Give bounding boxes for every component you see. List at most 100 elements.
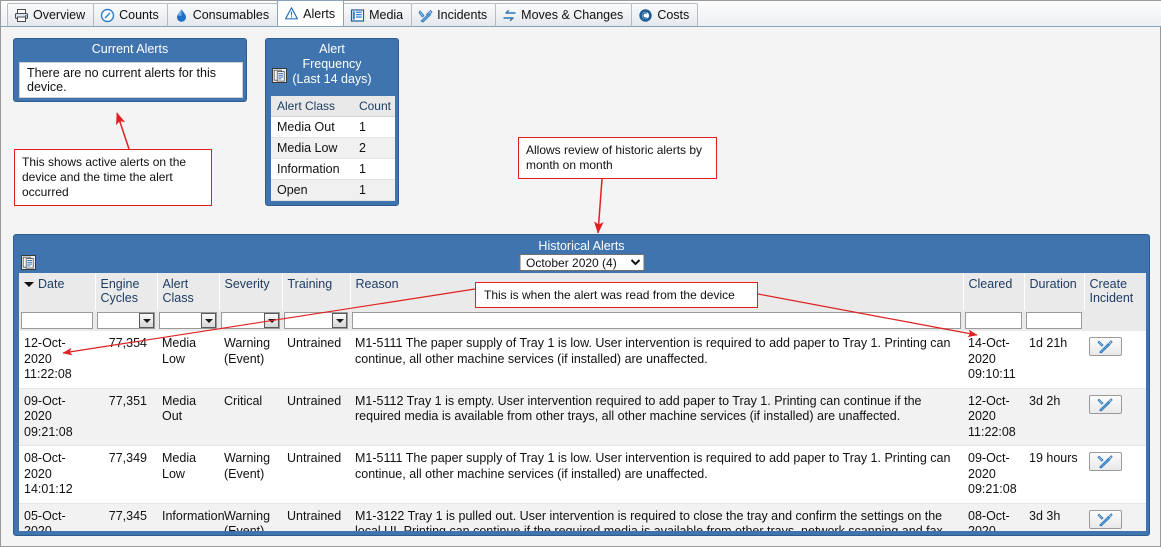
filter-input-training[interactable]	[284, 312, 348, 329]
chevron-down-icon[interactable]	[139, 313, 154, 328]
col-date[interactable]: Date	[19, 273, 96, 310]
cell-alert-class: Media Low	[271, 137, 353, 159]
cell-cleared: 08-Oct- 2020 14:01:12	[963, 503, 1024, 531]
month-select[interactable]: October 2020 (4)	[519, 254, 644, 271]
cell-date: 09-Oct- 2020 09:21:08	[19, 388, 95, 446]
filter-cell-date	[19, 310, 95, 331]
cell-alert-class: Media Out	[271, 116, 353, 138]
filter-cell-alert-class	[157, 310, 219, 331]
media-icon	[350, 8, 365, 23]
tab-incidents[interactable]: Incidents	[411, 3, 497, 26]
table-row[interactable]: 05-Oct- 2020 10:52:09 77,345 Information…	[19, 503, 1146, 531]
table-row: Information 1	[271, 158, 395, 180]
filter-cell-training	[282, 310, 350, 331]
historical-alerts-grid: Date Engine Cycles Alert Class Severity …	[19, 273, 1146, 531]
filter-input-date[interactable]	[21, 312, 93, 329]
filter-input-cleared[interactable]	[965, 312, 1022, 329]
col-alert-class[interactable]: Alert Class	[157, 273, 220, 310]
col-alert-class-line1: Alert	[162, 277, 189, 291]
tools-icon	[418, 8, 433, 23]
tab-costs[interactable]: Costs	[631, 3, 699, 26]
table-row[interactable]: 12-Oct- 2020 11:22:08 77,354 Media Low W…	[19, 331, 1146, 389]
create-incident-button[interactable]	[1089, 337, 1122, 356]
arrow-historic-review	[594, 178, 604, 234]
alert-frequency-title-line1: Alert	[319, 42, 345, 56]
table-row[interactable]: 08-Oct- 2020 14:01:12 77,349 Media Low W…	[19, 445, 1146, 504]
report-icon[interactable]	[271, 67, 288, 88]
cell-training: Untrained	[282, 388, 350, 446]
filter-input-severity[interactable]	[221, 312, 280, 329]
cell-create-incident	[1084, 445, 1146, 504]
tab-label: Media	[369, 8, 404, 22]
chevron-down-icon[interactable]	[201, 313, 216, 328]
table-row: Media Out 1	[271, 116, 395, 138]
col-alert-class-line2: Class	[162, 291, 194, 305]
printer-icon	[14, 8, 29, 23]
filter-input-engine-cycles[interactable]	[97, 312, 155, 329]
col-training[interactable]: Training	[282, 273, 351, 310]
chevron-down-icon[interactable]	[264, 313, 279, 328]
col-duration[interactable]: Duration	[1024, 273, 1085, 310]
historical-alerts-table: Date Engine Cycles Alert Class Severity …	[19, 273, 1146, 531]
sort-descending-icon	[24, 282, 34, 288]
alert-frequency-table: Alert Class Count Media Out 1 Media Low …	[271, 96, 395, 201]
col-cleared[interactable]: Cleared	[963, 273, 1025, 310]
cell-date: 12-Oct- 2020 11:22:08	[19, 331, 95, 389]
cell-engine-cycles: 77,351	[95, 388, 157, 446]
filter-input-duration[interactable]	[1026, 312, 1082, 329]
tab-label: Costs	[657, 8, 690, 22]
col-severity[interactable]: Severity	[219, 273, 283, 310]
tab-consumables[interactable]: Consumables	[166, 3, 279, 26]
cell-training: Untrained	[282, 445, 350, 504]
cell-training: Untrained	[282, 503, 350, 531]
cell-severity: Warning (Event)	[219, 503, 282, 531]
gauge-icon	[100, 8, 115, 23]
cell-duration: 1d 21h	[1024, 331, 1084, 389]
create-incident-button[interactable]	[1089, 509, 1122, 529]
filter-cell-duration	[1024, 310, 1084, 331]
filter-row	[19, 310, 1146, 331]
tab-media[interactable]: Media	[343, 3, 413, 26]
cell-create-incident	[1084, 503, 1146, 531]
table-header-row: Alert Class Count	[271, 96, 395, 117]
filter-input-alert-class[interactable]	[159, 312, 217, 329]
cell-severity: Critical	[219, 388, 282, 446]
tab-label: Overview	[33, 8, 86, 22]
create-incident-button[interactable]	[1089, 452, 1122, 471]
cell-alert-class: Media Low	[157, 331, 219, 389]
cell-duration: 3d 3h	[1024, 503, 1084, 531]
annotation-historic-review: Allows review of historic alerts by mont…	[518, 137, 717, 179]
cell-alert-class: Open	[271, 179, 353, 201]
cell-alert-class: Information	[271, 158, 353, 180]
alert-frequency-panel: Alert Frequency (Last 14 days) Alert Cla…	[265, 38, 399, 206]
tab-moves-changes[interactable]: Moves & Changes	[495, 3, 633, 26]
tab-alerts[interactable]: Alerts	[277, 0, 345, 26]
chevron-down-icon[interactable]	[332, 313, 347, 328]
tab-overview[interactable]: Overview	[7, 3, 95, 26]
tab-counts[interactable]: Counts	[93, 3, 168, 26]
table-row: Media Low 2	[271, 137, 395, 159]
tab-label: Incidents	[437, 8, 488, 22]
cell-severity: Warning (Event)	[219, 445, 282, 504]
col-create-incident-line1: Create	[1089, 277, 1128, 291]
current-alerts-panel: Current Alerts There are no current aler…	[13, 38, 247, 102]
create-incident-button[interactable]	[1089, 394, 1122, 414]
historical-alerts-header: Historical Alerts October 2020 (4)	[14, 235, 1149, 273]
cell-severity: Warning (Event)	[219, 331, 282, 389]
wrench-icon	[1097, 340, 1113, 354]
cell-count: 1	[352, 179, 395, 201]
filter-input-reason[interactable]	[352, 312, 961, 329]
cell-reason: M1-5112 Tray 1 is empty. User interventi…	[350, 388, 963, 446]
alerts-page: Overview Counts Consumables Alerts Media…	[0, 0, 1161, 547]
cell-date: 08-Oct- 2020 14:01:12	[19, 445, 95, 504]
filter-cell-severity	[219, 310, 282, 331]
col-engine-cycles[interactable]: Engine Cycles	[95, 273, 158, 310]
table-row[interactable]: 09-Oct- 2020 09:21:08 77,351 Media Out C…	[19, 388, 1146, 446]
col-engine-cycles-line1: Engine	[100, 277, 140, 291]
cell-reason: M1-5111 The paper supply of Tray 1 is lo…	[350, 331, 963, 389]
cell-count: 1	[352, 116, 395, 138]
current-alerts-title: Current Alerts	[91, 42, 169, 56]
filter-cell-cleared	[963, 310, 1024, 331]
cell-alert-class: Media Low	[157, 445, 219, 504]
wrench-icon	[1097, 512, 1113, 526]
